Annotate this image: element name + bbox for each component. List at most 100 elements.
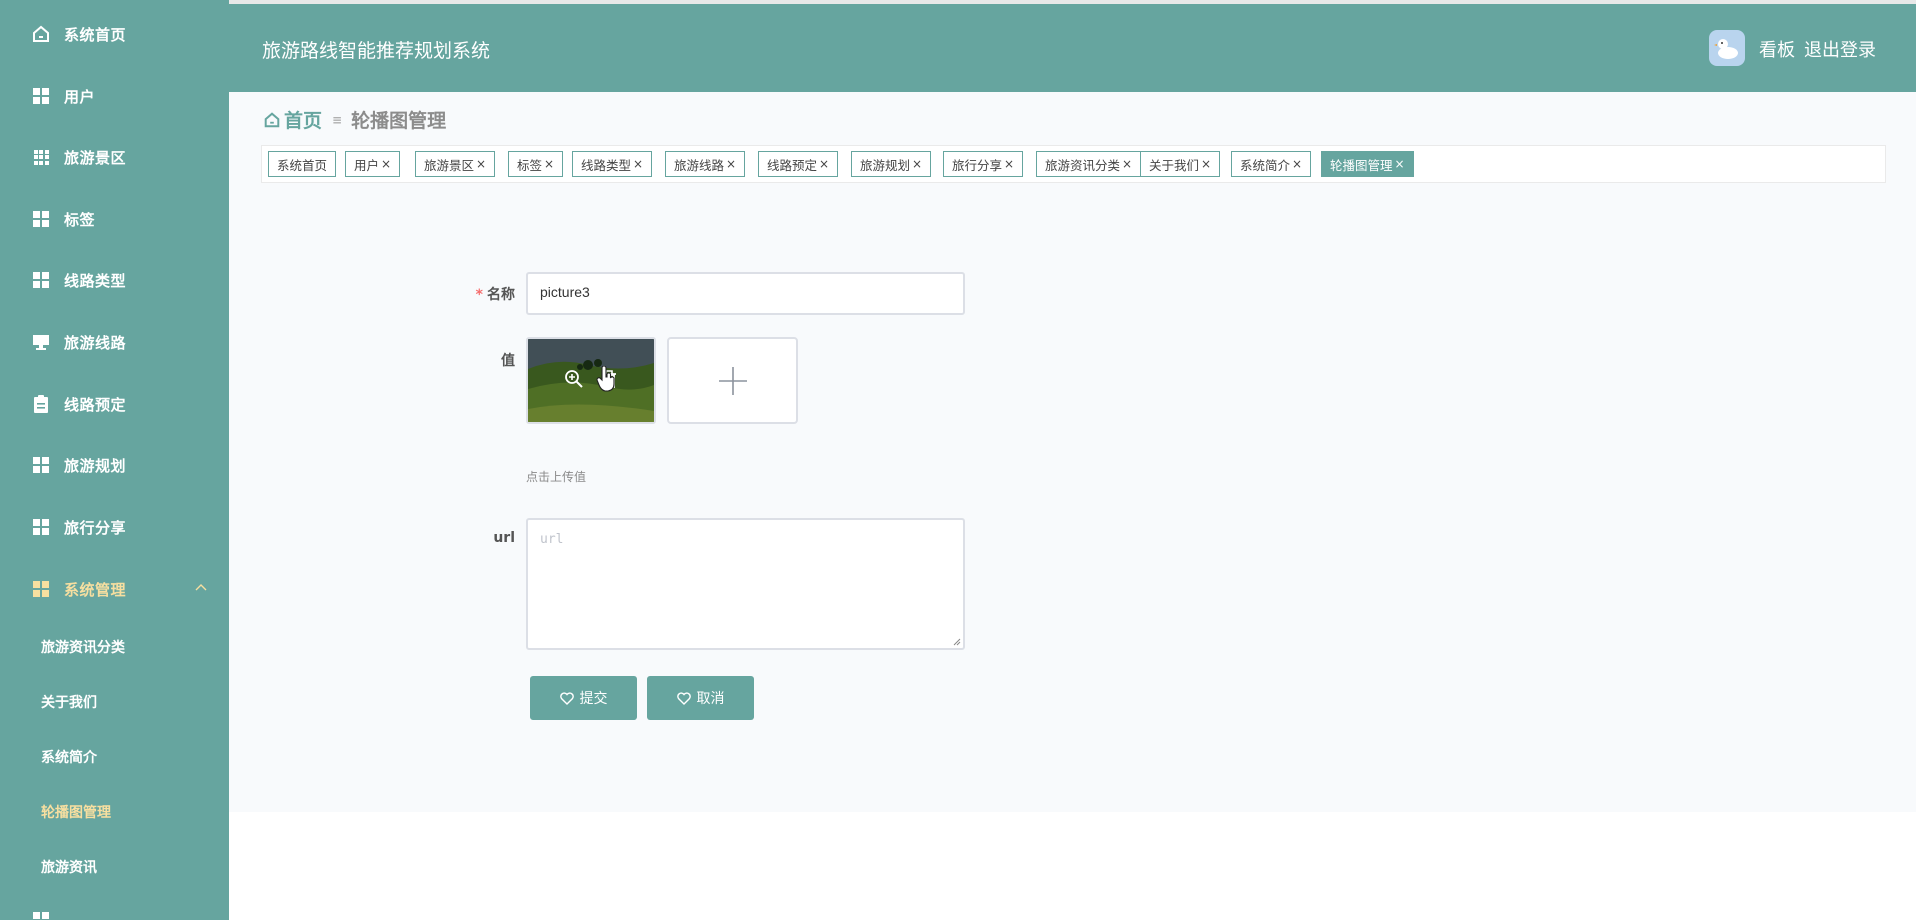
sidebar: 系统首页 用户 旅游景区 标签 线路类型 旅游线路 线路预定 旅游规划 旅行分享 xyxy=(0,0,229,920)
sidebar-item-route-types[interactable]: 线路类型 xyxy=(0,260,229,300)
upload-hint: 点击上传值 xyxy=(526,470,587,484)
tag-scenic-areas[interactable]: 旅游景区 × xyxy=(415,151,496,177)
breadcrumb-current: 轮播图管理 xyxy=(351,110,447,132)
close-icon[interactable]: × xyxy=(1292,157,1302,171)
close-icon[interactable]: × xyxy=(476,157,486,171)
breadcrumb-home-label: 首页 xyxy=(284,110,323,132)
grid-icon xyxy=(31,209,51,229)
tag-label: 用户 xyxy=(354,157,380,173)
grid-icon xyxy=(31,455,51,475)
close-icon[interactable]: × xyxy=(726,157,736,171)
sidebar-subitem-label: 轮播图管理 xyxy=(41,805,111,821)
kanban-link[interactable]: 看板 xyxy=(1759,36,1795,62)
breadcrumb: 首页 ≡ 轮播图管理 xyxy=(263,106,446,133)
chevron-up-icon xyxy=(195,579,207,595)
close-icon[interactable]: × xyxy=(912,157,922,171)
sidebar-item-label: 系统首页 xyxy=(64,25,127,44)
clipboard-icon xyxy=(31,394,51,414)
close-icon[interactable]: × xyxy=(819,157,829,171)
tag-system-intro[interactable]: 系统简介 × xyxy=(1231,151,1312,177)
sidebar-item-label: 系统管理 xyxy=(64,580,127,599)
tag-label: 线路预定 xyxy=(767,157,818,173)
logout-link[interactable]: 退出登录 xyxy=(1804,36,1876,62)
name-label-text: 名称 xyxy=(487,287,515,303)
url-label: url xyxy=(493,530,515,546)
grid9-icon xyxy=(31,147,51,167)
sidebar-item-routes[interactable]: 旅游线路 xyxy=(0,322,229,362)
tag-routes[interactable]: 旅游线路 × xyxy=(665,151,746,177)
submit-label: 提交 xyxy=(579,691,608,707)
home-icon xyxy=(264,111,280,127)
sidebar-item-travel-share[interactable]: 旅行分享 xyxy=(0,507,229,547)
monitor-icon xyxy=(31,332,51,352)
sidebar-subitem-system-intro[interactable]: 系统简介 xyxy=(0,739,229,775)
sidebar-item-planning[interactable]: 旅游规划 xyxy=(0,445,229,485)
heart-icon xyxy=(559,691,574,705)
tag-news-category[interactable]: 旅游资讯分类 × xyxy=(1036,151,1142,177)
name-input[interactable]: picture3 xyxy=(526,272,965,315)
uploaded-image-thumbnail[interactable] xyxy=(526,337,656,424)
tag-label: 标签 xyxy=(517,157,543,173)
tag-planning[interactable]: 旅游规划 × xyxy=(851,151,932,177)
tag-users[interactable]: 用户 × xyxy=(345,151,401,177)
breadcrumb-separator-icon: ≡ xyxy=(332,112,343,127)
sidebar-item-label: 线路类型 xyxy=(64,271,127,290)
breadcrumb-home[interactable]: 首页 xyxy=(263,106,322,133)
main-content: 首页 ≡ 轮播图管理 系统首页 用户 × 旅游景区 × 标签 × 线路类型 × 旅游线路… xyxy=(229,92,1916,812)
hand-cursor-icon xyxy=(596,366,615,392)
tag-label: 系统简介 xyxy=(1240,157,1291,173)
sidebar-subitem-carousel-management[interactable]: 轮播图管理 xyxy=(0,794,229,830)
tag-tags[interactable]: 标签 × xyxy=(508,151,564,177)
sidebar-item-home[interactable]: 系统首页 xyxy=(0,14,229,54)
grid-icon xyxy=(31,910,51,920)
tag-route-types[interactable]: 线路类型 × xyxy=(572,151,653,177)
close-icon[interactable]: × xyxy=(633,157,643,171)
sidebar-item-label: 旅行分享 xyxy=(64,518,127,537)
sidebar-subitem-about-us[interactable]: 关于我们 xyxy=(0,684,229,720)
cancel-button[interactable]: 取消 xyxy=(647,676,754,720)
value-label: 值 xyxy=(501,353,515,369)
tag-label: 关于我们 xyxy=(1149,157,1200,173)
sidebar-item-label: 用户 xyxy=(64,87,96,106)
tag-label: 旅游规划 xyxy=(860,157,911,173)
sidebar-item-label: 旅游景区 xyxy=(64,148,127,167)
close-icon[interactable]: × xyxy=(1122,157,1132,171)
avatar[interactable] xyxy=(1709,30,1745,66)
sidebar-item-system-management[interactable]: 系统管理 xyxy=(0,569,229,609)
tag-carousel-management[interactable]: 轮播图管理 × xyxy=(1321,151,1414,177)
duck-avatar-icon xyxy=(1714,39,1738,59)
sidebar-subitem-label: 旅游资讯 xyxy=(41,860,97,876)
app-title: 旅游路线智能推荐规划系统 xyxy=(262,40,491,62)
sidebar-item-partial[interactable] xyxy=(0,900,229,920)
tag-label: 轮播图管理 xyxy=(1330,157,1393,173)
close-icon[interactable]: × xyxy=(1201,157,1211,171)
close-icon[interactable]: × xyxy=(544,157,554,171)
required-marker: * xyxy=(475,287,483,303)
sidebar-item-tags[interactable]: 标签 xyxy=(0,199,229,239)
sidebar-item-label: 旅游规划 xyxy=(64,456,127,475)
tag-label: 旅游景区 xyxy=(424,157,475,173)
url-textarea[interactable]: url xyxy=(526,518,965,650)
tag-bookings[interactable]: 线路预定 × xyxy=(758,151,839,177)
sidebar-subitem-label: 关于我们 xyxy=(41,695,97,711)
tag-travel-share[interactable]: 旅行分享 × xyxy=(943,151,1024,177)
tag-about-us[interactable]: 关于我们 × xyxy=(1140,151,1221,177)
sidebar-item-users[interactable]: 用户 xyxy=(0,76,229,116)
cancel-label: 取消 xyxy=(696,691,725,707)
sidebar-item-label: 线路预定 xyxy=(64,395,127,414)
sidebar-subitem-travel-news[interactable]: 旅游资讯 xyxy=(0,849,229,885)
sidebar-subitem-news-category[interactable]: 旅游资讯分类 xyxy=(0,629,229,665)
upload-button[interactable] xyxy=(667,337,798,424)
tag-home[interactable]: 系统首页 xyxy=(268,151,337,177)
resize-handle-icon[interactable] xyxy=(953,638,961,646)
grid-icon xyxy=(31,579,51,599)
sidebar-item-scenic-areas[interactable]: 旅游景区 xyxy=(0,137,229,177)
submit-button[interactable]: 提交 xyxy=(530,676,637,720)
zoom-in-icon[interactable] xyxy=(564,369,584,393)
close-icon[interactable]: × xyxy=(1004,157,1014,171)
close-icon[interactable]: × xyxy=(1395,157,1405,171)
thumbnail-action-overlay xyxy=(528,339,654,422)
sidebar-item-bookings[interactable]: 线路预定 xyxy=(0,384,229,424)
sidebar-subitem-label: 旅游资讯分类 xyxy=(41,640,125,656)
close-icon[interactable]: × xyxy=(381,157,391,171)
